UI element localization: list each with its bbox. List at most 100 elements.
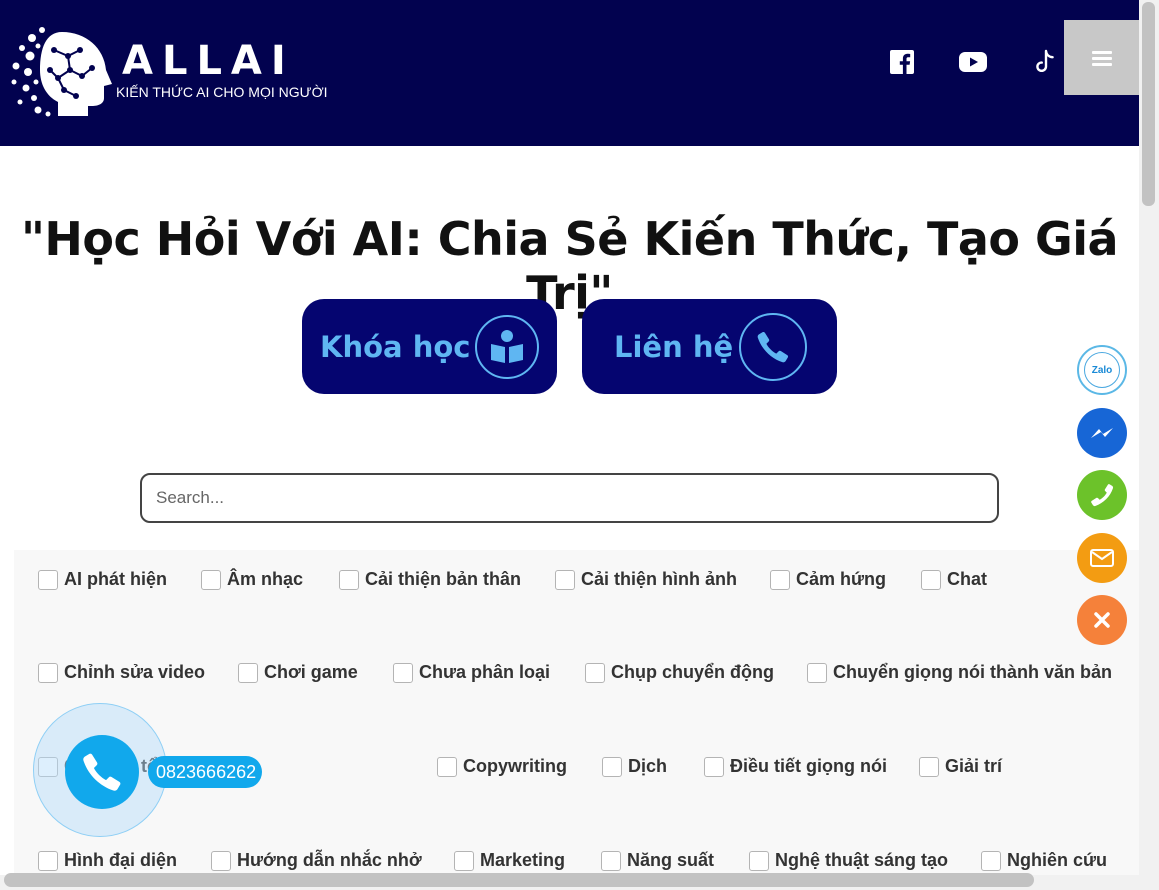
- call-widget[interactable]: [33, 703, 167, 837]
- phone-icon: [1091, 484, 1114, 507]
- category-label: Cải thiện bản thân: [365, 569, 522, 589]
- category-checkbox[interactable]: [339, 569, 359, 590]
- category-avatar[interactable]: Hình đại diện: [38, 850, 177, 871]
- category-checkbox[interactable]: [201, 569, 221, 590]
- category-label: Chuyển giọng nói thành văn bản: [833, 662, 1112, 682]
- phone-call-button[interactable]: [1077, 470, 1127, 520]
- category-uncategorized[interactable]: Chưa phân loại: [393, 662, 550, 683]
- category-checkbox[interactable]: [585, 662, 605, 683]
- category-entertainment[interactable]: Giải trí: [919, 756, 1002, 777]
- category-inspiration[interactable]: Cảm hứng: [770, 569, 886, 590]
- category-gaming[interactable]: Chơi game: [238, 662, 358, 683]
- category-checkbox[interactable]: [770, 569, 790, 590]
- category-label: Chụp chuyển động: [611, 662, 774, 682]
- category-label: Chưa phân loại: [419, 662, 551, 682]
- category-checkbox[interactable]: [211, 850, 231, 871]
- category-checkbox[interactable]: [437, 756, 457, 777]
- category-checkbox[interactable]: [601, 850, 621, 871]
- category-checkbox[interactable]: [454, 850, 474, 871]
- book-reader-icon: [475, 314, 539, 379]
- category-checkbox[interactable]: [238, 662, 258, 683]
- vertical-scrollbar-thumb[interactable]: [1142, 2, 1155, 206]
- tiktok-icon: [1036, 49, 1054, 73]
- search-input[interactable]: [140, 473, 999, 523]
- category-label: Năng suất: [627, 850, 715, 870]
- facebook-icon: [890, 50, 914, 74]
- category-label: Âm nhạc: [227, 569, 304, 589]
- category-filter-list: AI phát hiện Âm nhạc Cải thiện bản thân …: [14, 550, 1139, 875]
- call-widget-button[interactable]: [65, 735, 139, 809]
- category-label: Dịch: [628, 756, 668, 776]
- category-video-editing[interactable]: Chỉnh sửa video: [38, 662, 205, 683]
- category-marketing[interactable]: Marketing: [454, 850, 565, 871]
- zalo-icon: Zalo: [1084, 352, 1120, 388]
- zalo-label: Zalo: [1091, 364, 1113, 376]
- category-prompt-guide[interactable]: Hướng dẫn nhắc nhở: [211, 850, 422, 871]
- contact-button-label: Liên hệ: [614, 329, 734, 364]
- messenger-icon: [1091, 428, 1113, 438]
- category-voice-modulation[interactable]: Điều tiết giọng nói: [704, 756, 887, 777]
- category-label: AI phát hiện: [64, 569, 167, 589]
- category-ai-detection[interactable]: AI phát hiện: [38, 569, 167, 590]
- phone-icon: [739, 312, 807, 381]
- category-checkbox[interactable]: [555, 569, 575, 590]
- category-checkbox[interactable]: [38, 569, 58, 590]
- call-phone-number[interactable]: 0823666262: [148, 756, 263, 788]
- category-checkbox[interactable]: [981, 850, 1001, 871]
- category-image-enhancement[interactable]: Cải thiện hình ảnh: [555, 569, 737, 590]
- category-checkbox[interactable]: [921, 569, 941, 590]
- category-label: Marketing: [480, 850, 566, 870]
- category-chat[interactable]: Chat: [921, 569, 987, 590]
- category-checkbox[interactable]: [749, 850, 769, 871]
- category-checkbox[interactable]: [919, 756, 939, 777]
- facebook-link[interactable]: [886, 46, 918, 78]
- category-music[interactable]: Âm nhạc: [201, 569, 303, 590]
- category-label: Cải thiện hình ảnh: [581, 569, 737, 589]
- category-label: Hình đại diện: [64, 850, 178, 870]
- category-checkbox[interactable]: [807, 662, 827, 683]
- category-label: Cảm hứng: [796, 569, 887, 589]
- category-label: Chat: [947, 569, 987, 589]
- category-copywriting[interactable]: Copywriting: [437, 756, 567, 777]
- menu-button[interactable]: [1064, 20, 1139, 95]
- category-label: Giải trí: [945, 756, 1003, 776]
- courses-button-label: Khóa học: [320, 329, 471, 364]
- category-label: Nghệ thuật sáng tạo: [775, 850, 949, 870]
- category-label: Chỉnh sửa video: [64, 662, 206, 682]
- ai-head-logo-icon: [11, 27, 112, 117]
- category-label: Nghiên cứu: [1007, 850, 1108, 870]
- close-icon: [1094, 612, 1110, 628]
- category-label: Hướng dẫn nhắc nhở: [237, 850, 422, 870]
- courses-button[interactable]: Khóa học: [302, 299, 557, 394]
- close-contacts-button[interactable]: [1077, 595, 1127, 645]
- zalo-button[interactable]: Zalo: [1077, 345, 1127, 395]
- tiktok-link[interactable]: [1029, 46, 1061, 78]
- site-logo[interactable]: ALLAI KIẾN THỨC AI CHO MỌI NGƯỜI: [8, 26, 328, 118]
- messenger-button[interactable]: [1077, 408, 1127, 458]
- category-checkbox[interactable]: [393, 662, 413, 683]
- contact-button[interactable]: Liên hệ: [582, 299, 837, 394]
- youtube-icon: [959, 52, 987, 72]
- category-creative-art[interactable]: Nghệ thuật sáng tạo: [749, 850, 948, 871]
- category-label: Điều tiết giọng nói: [730, 756, 887, 776]
- category-checkbox[interactable]: [38, 662, 58, 683]
- category-label: Chơi game: [264, 662, 358, 682]
- category-checkbox[interactable]: [38, 850, 58, 871]
- category-translation[interactable]: Dịch: [602, 756, 667, 777]
- logo-tagline: KIẾN THỨC AI CHO MỌI NGƯỜI: [116, 84, 328, 100]
- phone-icon: [83, 753, 121, 791]
- mail-icon: [1090, 549, 1114, 567]
- category-research[interactable]: Nghiên cứu: [981, 850, 1107, 871]
- category-motion-capture[interactable]: Chụp chuyển động: [585, 662, 774, 683]
- logo-name: ALLAI: [122, 38, 295, 84]
- hamburger-icon: [1091, 50, 1112, 66]
- hero-title: "Học Hỏi Với AI: Chia Sẻ Kiến Thức, Tạo …: [20, 212, 1119, 320]
- category-productivity[interactable]: Năng suất: [601, 850, 714, 871]
- category-self-improvement[interactable]: Cải thiện bản thân: [339, 569, 521, 590]
- horizontal-scrollbar-thumb[interactable]: [4, 873, 1034, 887]
- category-speech-to-text[interactable]: Chuyển giọng nói thành văn bản: [807, 662, 1112, 683]
- email-button[interactable]: [1077, 533, 1127, 583]
- category-checkbox[interactable]: [602, 756, 622, 777]
- youtube-link[interactable]: [957, 46, 989, 78]
- category-checkbox[interactable]: [704, 756, 724, 777]
